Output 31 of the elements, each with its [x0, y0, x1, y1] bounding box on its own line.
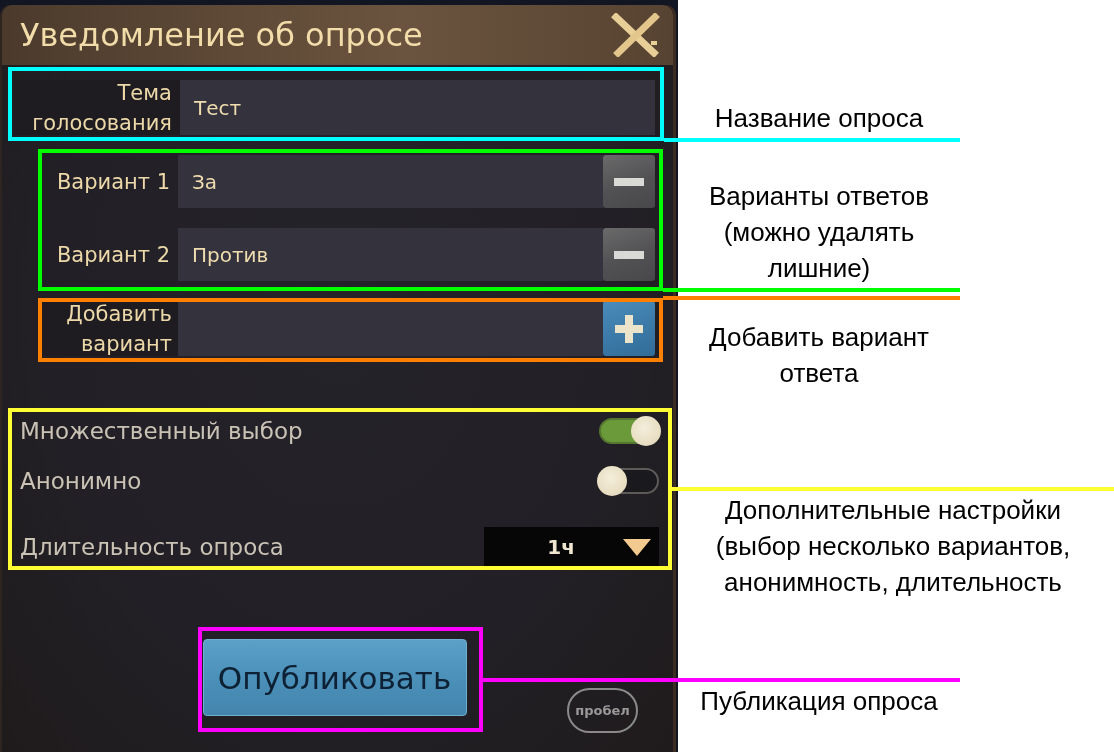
callout-label: Добавить вариант ответа	[708, 321, 930, 390]
new-option-input[interactable]	[178, 301, 603, 356]
remove-option-button[interactable]	[603, 155, 655, 208]
callout-label: Дополнительные настройки (выбор несколько вариантов, анонимность, длительность	[714, 494, 1072, 599]
option-label: Вариант 1	[55, 168, 170, 196]
key-hint: пробел	[567, 688, 638, 733]
option-input[interactable]: Против	[178, 228, 603, 281]
duration-dropdown[interactable]: 1ч	[484, 527, 659, 567]
setting-label: Длительность опроса	[20, 534, 284, 560]
dialog-title: Уведомление об опросе	[20, 16, 423, 54]
caret-icon	[623, 538, 651, 556]
setting-label: Анонимно	[20, 468, 142, 494]
close-icon	[611, 13, 661, 57]
toggle-switch[interactable]	[599, 418, 659, 444]
add-option-label: Добавить вариант	[65, 300, 172, 358]
plus-icon	[615, 314, 643, 343]
topic-input[interactable]: Тест	[180, 80, 655, 135]
callout-label: Название опроса	[713, 102, 925, 135]
remove-option-button[interactable]	[603, 228, 655, 281]
callout-label: Публикация опроса	[699, 685, 939, 718]
close-button[interactable]	[611, 13, 661, 57]
callout-label: Варианты ответов (можно удалять лишние)	[707, 180, 931, 285]
minus-icon	[614, 250, 644, 259]
option-label: Вариант 2	[55, 241, 170, 269]
setting-label: Множественный выбор	[20, 418, 303, 444]
toggle-switch[interactable]	[599, 468, 659, 494]
option-input[interactable]: За	[178, 155, 603, 208]
topic-label: Тема голосования	[31, 79, 172, 137]
minus-icon	[614, 177, 644, 186]
add-option-button[interactable]	[603, 301, 655, 356]
publish-button[interactable]: Опубликовать	[202, 639, 467, 716]
